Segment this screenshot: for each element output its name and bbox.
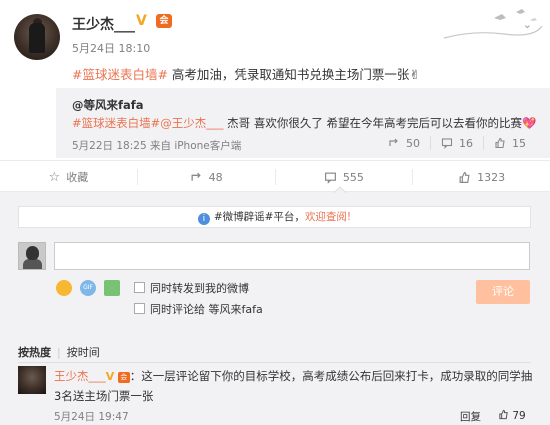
comment-to-user-checkbox[interactable] [134,303,145,314]
divider [18,362,531,363]
image-icon[interactable] [104,280,120,296]
thumbs-up-icon [459,171,470,183]
repost-body: 杰哥 喜欢你很久了 希望在今年高考完后可以去看你的比赛 [223,116,522,130]
star-icon: ☆ [48,169,61,185]
repost-mention[interactable]: @王少杰___ [160,116,223,130]
repost-user[interactable]: @等风来fafa [72,97,144,113]
repost-stats: 50 16 15 [378,136,536,150]
repost-block: @等风来fafa #篮球迷表白墙#@王少杰___ 杰哥 喜欢你很久了 希望在今年… [56,88,550,158]
comment-sort: 按热度 | 按时间 [18,346,100,359]
chevron-down-icon[interactable]: ⌄ [523,18,532,31]
post-time[interactable]: 5月24日 18:10 [72,40,150,56]
info-icon: i [197,213,210,225]
repost-forward-count[interactable]: 50 [378,136,430,150]
vip-icon: 会 [156,14,172,28]
post-action-bar: ☆ 收藏 48 555 1323 [0,160,550,192]
vip-icon: 会 [117,372,130,383]
weibo-post-card: 王少杰___ V 会 ⌄ 5月24日 18:10 #篮球迷表白墙# 高考加油，凭… [0,0,550,425]
comment-like-button[interactable]: 79 [498,409,526,422]
rumor-notice: i #微博辟谣#平台，欢迎查阅! [18,206,531,228]
thumbs-up-icon [495,137,505,149]
comment-time: 5月24日 19:47 [54,411,129,423]
author-name[interactable]: 王少杰___ [72,14,135,34]
v-badge-icon: V [136,13,147,29]
sort-by-time-tab[interactable]: 按时间 [67,346,100,359]
comment-to-user-label: 同时评论给 等风来fafa [150,303,263,316]
victory-emoji: ✌ [409,67,420,82]
heart-emoji: 💖 [522,116,537,130]
favorite-button[interactable]: ☆ 收藏 [0,169,137,185]
commenter-avatar[interactable] [18,366,46,394]
commenter-name[interactable]: 王少杰___ [54,369,106,383]
gif-icon[interactable]: GIF [80,280,96,296]
post-topic-link[interactable]: #篮球迷表白墙# [72,67,168,82]
like-button[interactable]: 1323 [412,169,550,185]
comment-submit-button[interactable]: 评论 [476,280,530,304]
repost-topic-link[interactable]: #篮球迷表白墙# [72,116,160,130]
repost-to-my-weibo-checkbox[interactable] [134,282,145,293]
forward-icon [389,138,398,146]
comment-icon [324,172,336,184]
forward-icon [191,172,201,181]
comment-icon [441,138,453,149]
comment-reply-button[interactable]: 回复 [460,409,481,424]
post-text: #篮球迷表白墙# 高考加油，凭录取通知书兑换主场门票一张✌ [72,64,420,83]
repost-to-my-weibo-label: 同时转发到我的微博 [150,282,249,295]
notice-link[interactable]: 欢迎查阅! [305,211,351,223]
comment-item: 王少杰___V 会：这一层评论留下你的目标学校，高考成绩公布后回来打卡，成功录取的… [54,366,534,406]
comment-caret-icon [334,186,346,193]
repost-button[interactable]: 48 [136,169,275,185]
comment-input[interactable] [54,242,530,270]
v-badge-icon: V [105,370,115,383]
repost-time[interactable]: 5月22日 18:25 来自 iPhone客户端 [72,138,241,153]
repost-comment-count[interactable]: 16 [430,136,483,150]
comment-button[interactable]: 555 [274,169,413,185]
repost-like-count[interactable]: 15 [483,136,536,150]
post-body: 高考加油，凭录取通知书兑换主场门票一张 [167,67,410,82]
thumbs-up-icon [499,409,508,420]
comment-section: i #微博辟谣#平台，欢迎查阅! GIF 同时转发到我的微博 同时评论给 等风来f… [0,192,550,425]
repost-text: #篮球迷表白墙#@王少杰___ 杰哥 喜欢你很久了 希望在今年高考完后可以去看你… [72,115,536,131]
sort-by-hot-tab[interactable]: 按热度 [18,346,51,359]
current-user-avatar[interactable] [18,242,46,270]
author-avatar[interactable] [14,14,60,60]
emoji-smile-icon[interactable] [56,280,72,296]
